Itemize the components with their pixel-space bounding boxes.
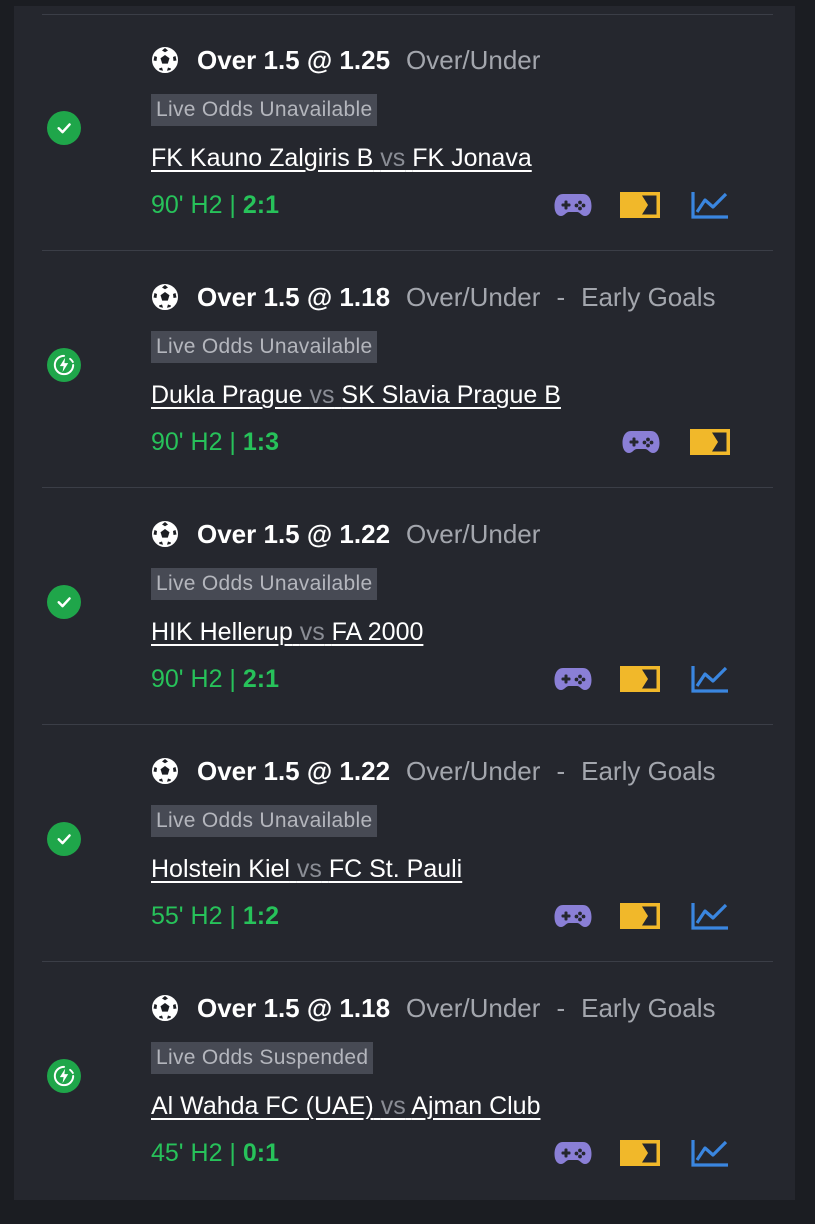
match-time: 45' H2 | — [151, 1139, 243, 1167]
match-link[interactable]: Holstein Kiel vs FC St. Pauli — [151, 855, 462, 884]
away-team[interactable]: Ajman Club — [411, 1092, 540, 1120]
vs-separator: vs — [380, 1092, 406, 1120]
away-team[interactable]: SK Slavia Prague B — [341, 381, 561, 409]
gamepad-icon[interactable] — [554, 192, 592, 223]
ticket-icon[interactable] — [690, 429, 730, 460]
submarket-type: Early Goals — [581, 992, 716, 1023]
market-type: Over/Under — [406, 281, 541, 312]
soccer-ball-icon — [151, 520, 179, 548]
bet-title-row: Over 1.5 @ 1.18 Over/Under - Early Goals — [151, 277, 716, 317]
match-time-score: 90' H2 | 1:3 — [151, 428, 279, 457]
away-team[interactable]: FK Jonava — [412, 144, 532, 172]
match-link[interactable]: Al Wahda FC (UAE) vs Ajman Club — [151, 1092, 541, 1121]
ticket-icon[interactable] — [620, 192, 660, 223]
match-time-score: 90' H2 | 2:1 — [151, 191, 279, 220]
lightning-refresh-icon — [47, 1059, 81, 1093]
match-time: 55' H2 | — [151, 902, 243, 930]
chart-icon[interactable] — [690, 190, 730, 225]
odds-status-badge: Live Odds Unavailable — [151, 805, 378, 837]
match-time-score: 45' H2 | 0:1 — [151, 1139, 279, 1168]
submarket-type: Early Goals — [581, 281, 716, 312]
match-score: 1:2 — [242, 902, 280, 930]
home-team[interactable]: Al Wahda FC (UAE) — [151, 1092, 374, 1120]
ticket-icon[interactable] — [620, 666, 660, 697]
market-type: Over/Under — [406, 44, 541, 75]
match-time: 90' H2 | — [151, 428, 243, 456]
chart-icon[interactable] — [690, 901, 730, 936]
chart-icon[interactable] — [690, 664, 730, 699]
ticket-icon[interactable] — [620, 1140, 660, 1171]
vs-separator: vs — [296, 855, 322, 883]
home-team[interactable]: Dukla Prague — [151, 381, 302, 409]
bet-title-row: Over 1.5 @ 1.18 Over/Under - Early Goals — [151, 988, 716, 1028]
home-team[interactable]: Holstein Kiel — [151, 855, 290, 883]
lightning-refresh-icon — [47, 348, 81, 382]
soccer-ball-icon — [151, 283, 179, 311]
odds-status-badge: Live Odds Suspended — [151, 1042, 374, 1074]
bet-card[interactable]: Over 1.5 @ 1.18 Over/Under - Early Goals … — [14, 988, 795, 1224]
bet-card[interactable]: Over 1.5 @ 1.22 Over/Under Live Odds Una… — [14, 514, 795, 750]
bet-selection: Over 1.5 @ 1.25 — [197, 44, 391, 75]
row-divider — [42, 14, 773, 15]
check-icon — [47, 822, 81, 856]
bet-selection: Over 1.5 @ 1.22 — [197, 518, 391, 549]
check-icon — [47, 585, 81, 619]
chart-icon[interactable] — [690, 1138, 730, 1173]
match-time-score: 90' H2 | 2:1 — [151, 665, 279, 694]
match-score: 2:1 — [242, 665, 280, 693]
bet-title-row: Over 1.5 @ 1.25 Over/Under — [151, 40, 540, 80]
odds-status-badge: Live Odds Unavailable — [151, 568, 378, 600]
match-score: 0:1 — [242, 1139, 280, 1167]
gamepad-icon[interactable] — [554, 666, 592, 697]
top-edge — [0, 0, 815, 6]
market-type: Over/Under — [406, 992, 541, 1023]
market-separator: - — [556, 992, 566, 1023]
home-team[interactable]: HIK Hellerup — [151, 618, 293, 646]
market-type: Over/Under — [406, 755, 541, 786]
market-type: Over/Under — [406, 518, 541, 549]
submarket-type: Early Goals — [581, 755, 716, 786]
odds-status-badge: Live Odds Unavailable — [151, 94, 378, 126]
match-score: 2:1 — [242, 191, 280, 219]
gamepad-icon[interactable] — [554, 1140, 592, 1171]
vs-separator: vs — [380, 144, 406, 172]
bet-selection: Over 1.5 @ 1.18 — [197, 992, 391, 1023]
bet-title-row: Over 1.5 @ 1.22 Over/Under - Early Goals — [151, 751, 716, 791]
match-link[interactable]: Dukla Prague vs SK Slavia Prague B — [151, 381, 561, 410]
market-separator: - — [556, 281, 566, 312]
soccer-ball-icon — [151, 46, 179, 74]
check-icon — [47, 111, 81, 145]
gamepad-icon[interactable] — [622, 429, 660, 460]
odds-status-badge: Live Odds Unavailable — [151, 331, 378, 363]
away-team[interactable]: FC St. Pauli — [329, 855, 462, 883]
ticket-icon[interactable] — [620, 903, 660, 934]
gamepad-icon[interactable] — [554, 903, 592, 934]
bet-title-row: Over 1.5 @ 1.22 Over/Under — [151, 514, 540, 554]
bet-selection: Over 1.5 @ 1.22 — [197, 755, 391, 786]
bet-card[interactable]: Over 1.5 @ 1.18 Over/Under - Early Goals … — [14, 277, 795, 513]
match-score: 1:3 — [242, 428, 280, 456]
bet-selection: Over 1.5 @ 1.18 — [197, 281, 391, 312]
bet-card[interactable]: Over 1.5 @ 1.22 Over/Under - Early Goals … — [14, 751, 795, 987]
match-link[interactable]: HIK Hellerup vs FA 2000 — [151, 618, 423, 647]
soccer-ball-icon — [151, 757, 179, 785]
match-time-score: 55' H2 | 1:2 — [151, 902, 279, 931]
home-team[interactable]: FK Kauno Zalgiris B — [151, 144, 373, 172]
bet-card[interactable]: Over 1.5 @ 1.25 Over/Under Live Odds Una… — [14, 40, 795, 276]
match-time: 90' H2 | — [151, 191, 243, 219]
soccer-ball-icon — [151, 994, 179, 1022]
vs-separator: vs — [299, 618, 325, 646]
match-time: 90' H2 | — [151, 665, 243, 693]
match-link[interactable]: FK Kauno Zalgiris B vs FK Jonava — [151, 144, 532, 173]
away-team[interactable]: FA 2000 — [332, 618, 424, 646]
market-separator: - — [556, 755, 566, 786]
vs-separator: vs — [309, 381, 335, 409]
